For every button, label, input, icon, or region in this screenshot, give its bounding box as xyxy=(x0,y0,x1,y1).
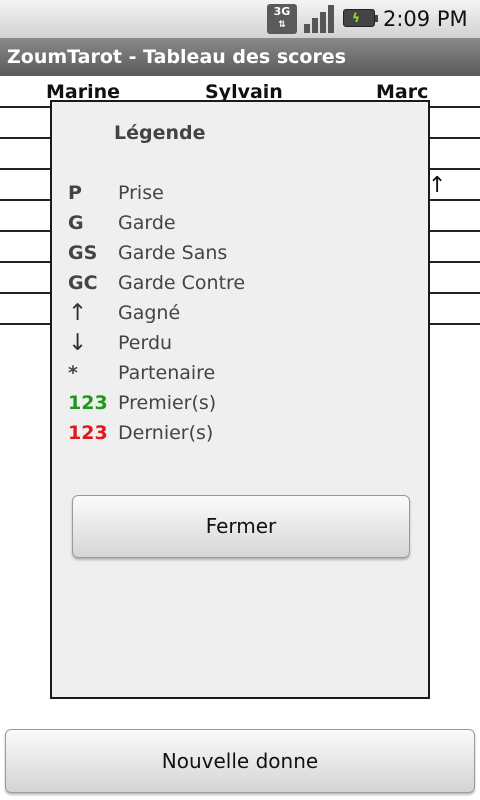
dialog-title: Légende xyxy=(114,122,206,144)
legend-item: GC Garde Contre xyxy=(68,268,408,298)
charging-bolt-icon: ϟ xyxy=(352,11,360,25)
status-bar: 3G ⇅ ϟ 2:09 PM xyxy=(0,0,480,38)
legend-item: GS Garde Sans xyxy=(68,238,408,268)
legend-label: Garde xyxy=(118,212,176,234)
legend-item: * Partenaire xyxy=(68,358,408,388)
legend-code: GS xyxy=(68,242,98,264)
legend-item: 123 Premier(s) xyxy=(68,388,408,418)
legend-item: ↓ Perdu xyxy=(68,328,408,358)
legend-label: Garde Sans xyxy=(118,242,228,264)
legend-code: G xyxy=(68,212,84,234)
screen: 3G ⇅ ϟ 2:09 PM ZoumTarot - Tableau des s… xyxy=(0,0,480,800)
legend-label: Prise xyxy=(118,182,164,204)
app-title: ZoumTarot - Tableau des scores xyxy=(7,46,347,68)
new-deal-button[interactable]: Nouvelle donne xyxy=(5,729,475,793)
up-arrow-icon: ↑ xyxy=(428,173,447,198)
legend-code: GC xyxy=(68,272,98,294)
legend-code: P xyxy=(68,182,82,204)
legend-label: Gagné xyxy=(118,302,181,324)
legend-dialog: Légende P Prise G Garde GS Garde Sans GC… xyxy=(50,100,430,699)
up-arrow-icon: ↑ xyxy=(68,300,88,326)
legend-item: 123 Dernier(s) xyxy=(68,418,408,448)
close-button[interactable]: Fermer xyxy=(72,495,410,558)
legend-item: ↑ Gagné xyxy=(68,298,408,328)
network-3g-icon: 3G ⇅ xyxy=(267,4,297,34)
data-arrows-icon: ⇅ xyxy=(278,20,286,30)
title-bar: ZoumTarot - Tableau des scores xyxy=(0,38,480,76)
asterisk-icon: * xyxy=(68,362,78,384)
legend-label: Garde Contre xyxy=(118,272,246,294)
down-arrow-icon: ↓ xyxy=(68,330,88,356)
legend-label: Dernier(s) xyxy=(118,422,214,444)
signal-strength-icon xyxy=(304,5,334,33)
clock: 2:09 PM xyxy=(383,7,468,31)
legend-label: Perdu xyxy=(118,332,173,354)
battery-icon: ϟ xyxy=(343,9,378,27)
legend-label: Premier(s) xyxy=(118,392,217,414)
legend-label: Partenaire xyxy=(118,362,216,384)
legend-item: G Garde xyxy=(68,208,408,238)
network-type: 3G xyxy=(273,5,291,18)
legend-code-last: 123 xyxy=(68,422,108,444)
legend-code-first: 123 xyxy=(68,392,108,414)
legend-item: P Prise xyxy=(68,178,408,208)
